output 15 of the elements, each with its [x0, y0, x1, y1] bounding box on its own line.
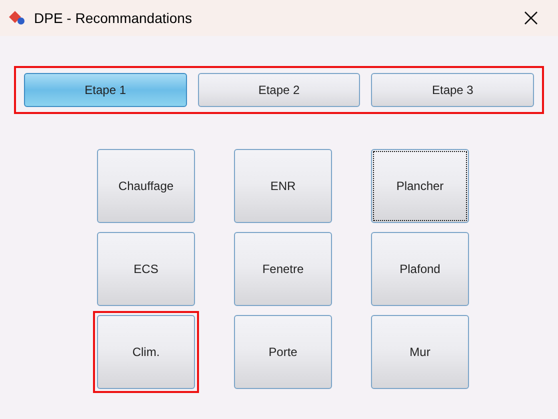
category-button[interactable]: Fenetre — [234, 232, 332, 306]
category-button[interactable]: Plancher — [371, 149, 469, 223]
category-button[interactable]: Chauffage — [97, 149, 195, 223]
step-tab[interactable]: Etape 3 — [371, 73, 534, 107]
category-button[interactable]: ECS — [97, 232, 195, 306]
window-title: DPE - Recommandations — [34, 8, 192, 28]
category-button[interactable]: Plafond — [371, 232, 469, 306]
category-button[interactable]: ENR — [234, 149, 332, 223]
close-icon[interactable] — [524, 11, 538, 25]
category-button[interactable]: Mur — [371, 315, 469, 389]
app-logo-icon — [8, 10, 26, 26]
step-tab[interactable]: Etape 1 — [24, 73, 187, 107]
category-button[interactable]: Clim. — [97, 315, 195, 389]
category-button[interactable]: Porte — [234, 315, 332, 389]
step-tab[interactable]: Etape 2 — [198, 73, 360, 107]
